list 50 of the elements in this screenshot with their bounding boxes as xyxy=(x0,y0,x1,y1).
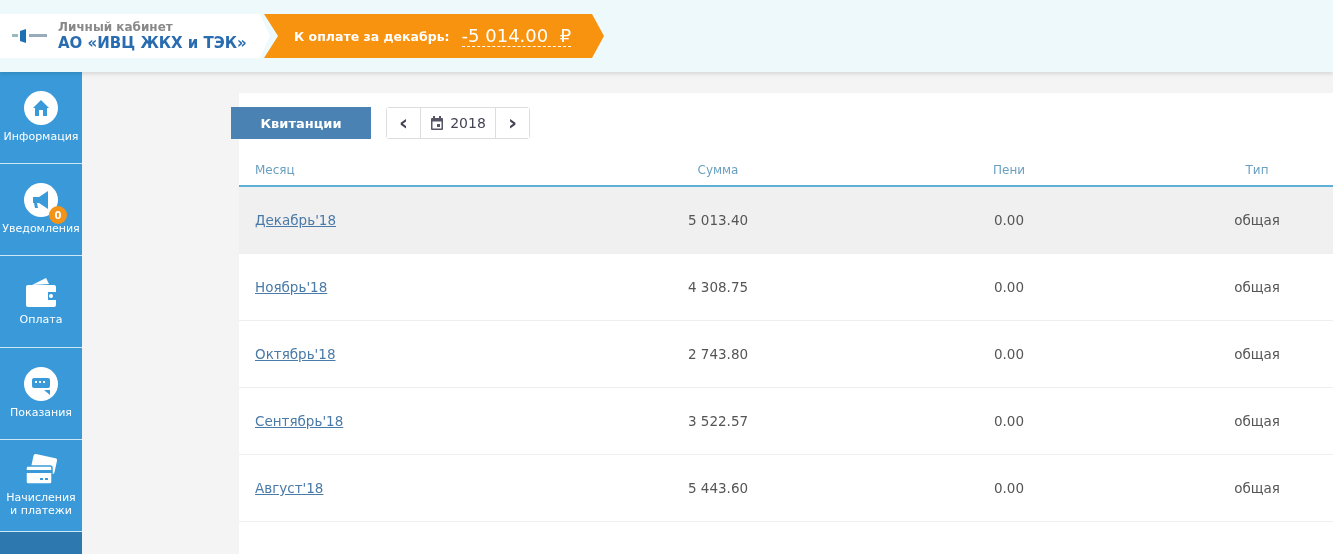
sidebar-item[interactable]: Оплата xyxy=(0,256,82,348)
table-row[interactable]: Сентябрь'18 3 522.57 0.00 общая xyxy=(239,388,1333,455)
month-link[interactable]: Декабрь'18 xyxy=(239,212,555,228)
penalty-cell-text: 0.00 xyxy=(992,279,1026,295)
month-link[interactable]: Октябрь'18 xyxy=(239,346,555,362)
type-cell-text: общая xyxy=(1233,413,1281,429)
table-row[interactable]: Октябрь'18 2 743.80 0.00 общая xyxy=(239,321,1333,388)
sidebar-item[interactable]: Показания xyxy=(0,348,82,440)
company-name: АО «ИВЦ ЖКХ и ТЭК» xyxy=(58,34,247,52)
sum-cell-text: 2 743.80 xyxy=(686,346,750,362)
type-cell-text: общая xyxy=(1233,279,1281,295)
sidebar-item[interactable]: 0 Уведомления xyxy=(0,164,82,256)
calendar-icon xyxy=(430,115,445,131)
month-link[interactable]: Сентябрь'18 xyxy=(239,413,555,429)
sidebar-label: Начисления и платежи xyxy=(5,491,77,518)
sidebar-item[interactable]: Начисления и платежи xyxy=(0,440,82,532)
sum-cell-text: 5 443.60 xyxy=(686,480,750,496)
penalty-cell-text: 0.00 xyxy=(992,346,1026,362)
due-label: К оплате за декабрь: xyxy=(294,28,450,44)
sidebar-label: Информация xyxy=(2,131,80,144)
penalty-cell-text: 0.00 xyxy=(992,480,1026,496)
month-link[interactable]: Август'18 xyxy=(239,480,555,496)
type-cell-text: общая xyxy=(1233,480,1281,496)
column-header: Месяц xyxy=(254,163,296,177)
column-header: Тип xyxy=(1244,163,1270,177)
penalty-cell-text: 0.00 xyxy=(992,212,1026,228)
subtitle: Личный кабинет xyxy=(58,20,174,34)
column-header: Пени xyxy=(991,163,1027,177)
type-cell-text: общая xyxy=(1233,346,1281,362)
table-row[interactable]: Ноябрь'18 4 308.75 0.00 общая xyxy=(239,254,1333,321)
home-icon xyxy=(24,91,58,126)
month-link[interactable]: Ноябрь'18 xyxy=(239,279,555,295)
sidebar-label: Оплата xyxy=(18,314,64,327)
column-header: Сумма xyxy=(696,163,740,177)
sidebar-label: Показания xyxy=(9,407,73,420)
wallet-icon xyxy=(24,276,58,309)
credit-cards-icon xyxy=(24,453,58,486)
sum-cell-text: 5 013.40 xyxy=(686,212,750,228)
table-row[interactable]: Декабрь'18 5 013.40 0.00 общая xyxy=(239,187,1333,254)
penalty-cell-text: 0.00 xyxy=(992,413,1026,429)
logo-icon xyxy=(12,29,48,43)
notification-count: 0 xyxy=(49,206,67,225)
table-row[interactable]: Август'18 5 443.60 0.00 общая xyxy=(239,455,1333,522)
sidebar-label: Уведомления xyxy=(1,223,81,236)
sum-cell-text: 3 522.57 xyxy=(686,413,750,429)
sum-cell-text: 4 308.75 xyxy=(686,279,750,295)
type-cell-text: общая xyxy=(1233,212,1281,228)
year-picker[interactable]: 2018 xyxy=(420,108,496,138)
receipts-button[interactable]: Квитанции xyxy=(231,107,371,139)
sidebar-item[interactable]: Информация xyxy=(0,72,82,164)
